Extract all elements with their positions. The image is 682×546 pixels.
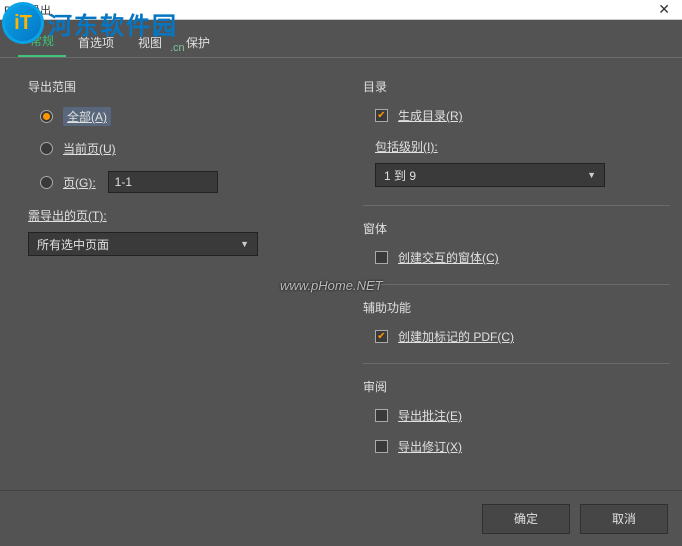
radio-pages[interactable]	[40, 176, 53, 189]
chk-forms-row[interactable]: 创建交互的窗体(C)	[363, 249, 670, 266]
include-levels-label: 包括级别(I):	[363, 138, 670, 155]
chk-export-comments-label: 导出批注(E)	[398, 407, 462, 424]
radio-all-label: 全部(A)	[63, 107, 111, 126]
radio-all-row[interactable]: 全部(A)	[28, 107, 335, 126]
include-levels-select[interactable]: 1 到 9 ▼	[375, 163, 605, 187]
chk-gen-toc-row[interactable]: 生成目录(R)	[363, 107, 670, 124]
divider	[363, 205, 670, 206]
chk-tagged-pdf[interactable]	[375, 330, 388, 343]
pages-input[interactable]	[108, 171, 218, 193]
chk-tagged-pdf-label: 创建加标记的 PDF(C)	[398, 328, 514, 345]
divider	[363, 284, 670, 285]
pages-to-export-label: 需导出的页(T):	[28, 207, 335, 224]
section-review: 审阅	[363, 378, 670, 395]
watermark-text: 河东软件园	[48, 6, 178, 41]
watermark-logo: iT 河东软件园	[2, 2, 178, 44]
chk-export-comments[interactable]	[375, 409, 388, 422]
chk-forms-label: 创建交互的窗体(C)	[398, 249, 499, 266]
content-area: 导出范围 全部(A) 当前页(U) 页(G): 需导出的页(T): 所有选中页面…	[0, 58, 682, 478]
divider	[363, 363, 670, 364]
radio-pages-row[interactable]: 页(G):	[28, 171, 335, 193]
chevron-down-icon: ▼	[587, 170, 596, 180]
section-export-range: 导出范围	[28, 78, 335, 95]
radio-current-row[interactable]: 当前页(U)	[28, 140, 335, 157]
chevron-down-icon: ▼	[240, 239, 249, 249]
ok-button[interactable]: 确定	[482, 504, 570, 534]
pages-to-export-select[interactable]: 所有选中页面 ▼	[28, 232, 258, 256]
watermark-center: www.pHome.NET	[280, 278, 383, 293]
chk-gen-toc-label: 生成目录(R)	[398, 107, 463, 124]
right-column: 目录 生成目录(R) 包括级别(I): 1 到 9 ▼ 窗体 创建交互的窗体(C…	[355, 78, 670, 478]
cancel-button[interactable]: 取消	[580, 504, 668, 534]
radio-pages-label: 页(G):	[63, 174, 96, 191]
section-forms: 窗体	[363, 220, 670, 237]
radio-current[interactable]	[40, 142, 53, 155]
pages-to-export-value: 所有选中页面	[37, 236, 109, 253]
chk-export-revisions-row[interactable]: 导出修订(X)	[363, 438, 670, 455]
chk-tagged-pdf-row[interactable]: 创建加标记的 PDF(C)	[363, 328, 670, 345]
chk-export-revisions[interactable]	[375, 440, 388, 453]
chk-export-revisions-label: 导出修订(X)	[398, 438, 462, 455]
section-toc: 目录	[363, 78, 670, 95]
chk-gen-toc[interactable]	[375, 109, 388, 122]
section-a11y: 辅助功能	[363, 299, 670, 316]
chk-export-comments-row[interactable]: 导出批注(E)	[363, 407, 670, 424]
close-icon[interactable]: ✕	[650, 1, 678, 18]
radio-current-label: 当前页(U)	[63, 140, 116, 157]
logo-icon: iT	[2, 2, 44, 44]
include-levels-value: 1 到 9	[384, 167, 416, 184]
radio-all[interactable]	[40, 110, 53, 123]
footer: 确定 取消	[0, 490, 682, 546]
chk-interactive-forms[interactable]	[375, 251, 388, 264]
dialog-body: 常规 首选项 视图 保护 导出范围 全部(A) 当前页(U) 页(G): 需导出…	[0, 20, 682, 546]
